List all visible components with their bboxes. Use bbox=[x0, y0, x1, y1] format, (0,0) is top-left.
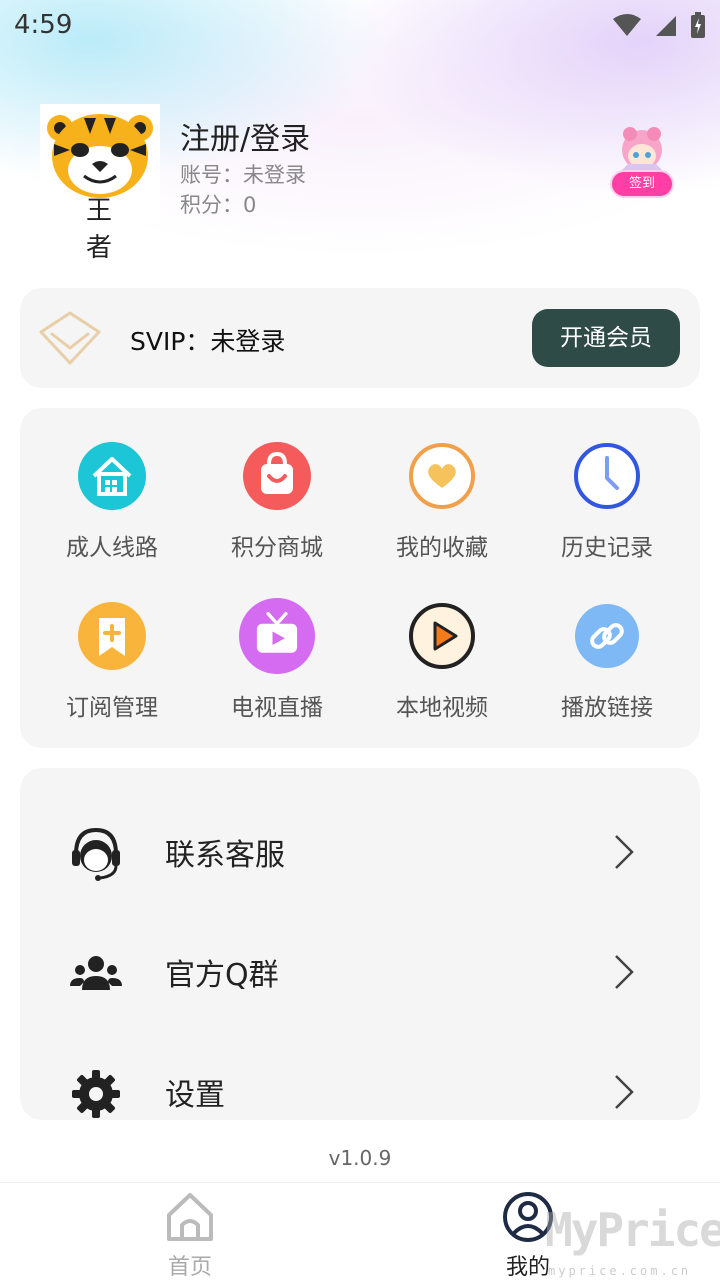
cellular-signal-icon bbox=[656, 16, 676, 36]
checkin-widget[interactable]: 签到 bbox=[602, 124, 682, 204]
settings-list: 联系客服 官方Q群 设置 bbox=[20, 768, 700, 1120]
list-label: 设置 bbox=[165, 1078, 225, 1113]
status-bar: 4:59 bbox=[0, 0, 720, 50]
home-icon bbox=[167, 1193, 213, 1241]
grid-label: 历史记录 bbox=[561, 535, 653, 561]
status-time: 4:59 bbox=[14, 10, 73, 40]
list-item-customer-service[interactable]: 联系客服 bbox=[20, 788, 700, 908]
grid-item-play-link[interactable]: 播放链接 bbox=[537, 602, 677, 732]
diamond-icon bbox=[39, 311, 101, 365]
tab-home[interactable]: 首页 bbox=[130, 1191, 250, 1280]
points-balance: 积分：0 bbox=[180, 193, 257, 217]
heart-icon bbox=[409, 443, 475, 509]
grid-item-subscriptions[interactable]: 订阅管理 bbox=[42, 602, 182, 732]
gear-icon bbox=[72, 1070, 120, 1118]
list-label: 官方Q群 bbox=[165, 958, 279, 993]
list-item-settings[interactable]: 设置 bbox=[20, 1028, 700, 1120]
grid-item-tv-live[interactable]: 电视直播 bbox=[207, 598, 347, 732]
status-icons bbox=[612, 12, 706, 38]
tv-icon bbox=[239, 598, 315, 674]
grid-item-adult-route[interactable]: 成人线路 bbox=[42, 442, 182, 572]
grid-item-history[interactable]: 历史记录 bbox=[537, 442, 677, 572]
account-status: 账号：未登录 bbox=[180, 163, 306, 187]
shopping-bag-icon bbox=[243, 442, 311, 510]
feature-grid: 成人线路 积分商城 我的收藏 历史记录 订阅管理 电视直播 本地视频 播放链接 bbox=[20, 408, 700, 748]
profile-header: 王 者 注册/登录 账号：未登录 积分：0 签到 bbox=[40, 104, 682, 263]
chevron-right-icon bbox=[615, 1075, 634, 1109]
clock-icon bbox=[574, 443, 640, 509]
chevron-right-icon bbox=[615, 835, 634, 869]
wifi-icon bbox=[613, 14, 641, 36]
play-circle-icon bbox=[409, 603, 475, 669]
home-grid-icon bbox=[78, 442, 146, 510]
grid-label: 电视直播 bbox=[231, 695, 323, 721]
grid-label: 我的收藏 bbox=[396, 535, 488, 561]
avatar[interactable]: 王 者 bbox=[40, 104, 160, 263]
vip-card: SVIP：未登录 开通会员 bbox=[20, 288, 700, 388]
group-icon bbox=[70, 956, 122, 990]
battery-icon bbox=[691, 12, 705, 38]
checkin-button[interactable]: 签到 bbox=[610, 170, 674, 198]
grid-label: 本地视频 bbox=[396, 695, 488, 721]
tab-home-label: 首页 bbox=[167, 1255, 212, 1280]
grid-label: 积分商城 bbox=[231, 535, 323, 561]
grid-item-favorites[interactable]: 我的收藏 bbox=[372, 442, 512, 572]
grid-label: 订阅管理 bbox=[66, 695, 158, 721]
open-membership-button[interactable]: 开通会员 bbox=[532, 309, 680, 367]
avatar-caption: 王 者 bbox=[85, 196, 128, 263]
bookmark-plus-icon bbox=[78, 602, 146, 670]
customer-service-icon bbox=[72, 827, 120, 881]
app-version: v1.0.9 bbox=[328, 1146, 392, 1170]
link-icon bbox=[575, 604, 639, 668]
list-item-official-group[interactable]: 官方Q群 bbox=[20, 908, 700, 1028]
list-label: 联系客服 bbox=[165, 838, 285, 873]
login-register-link[interactable]: 注册/登录 bbox=[180, 114, 310, 158]
watermark-url: myprice.com.cn bbox=[548, 1264, 692, 1278]
chevron-right-icon bbox=[615, 955, 634, 989]
grid-item-points-mall[interactable]: 积分商城 bbox=[207, 442, 347, 572]
grid-item-local-video[interactable]: 本地视频 bbox=[372, 602, 512, 732]
grid-label: 成人线路 bbox=[66, 535, 158, 561]
grid-label: 播放链接 bbox=[561, 695, 653, 721]
vip-status: SVIP：未登录 bbox=[130, 327, 286, 356]
